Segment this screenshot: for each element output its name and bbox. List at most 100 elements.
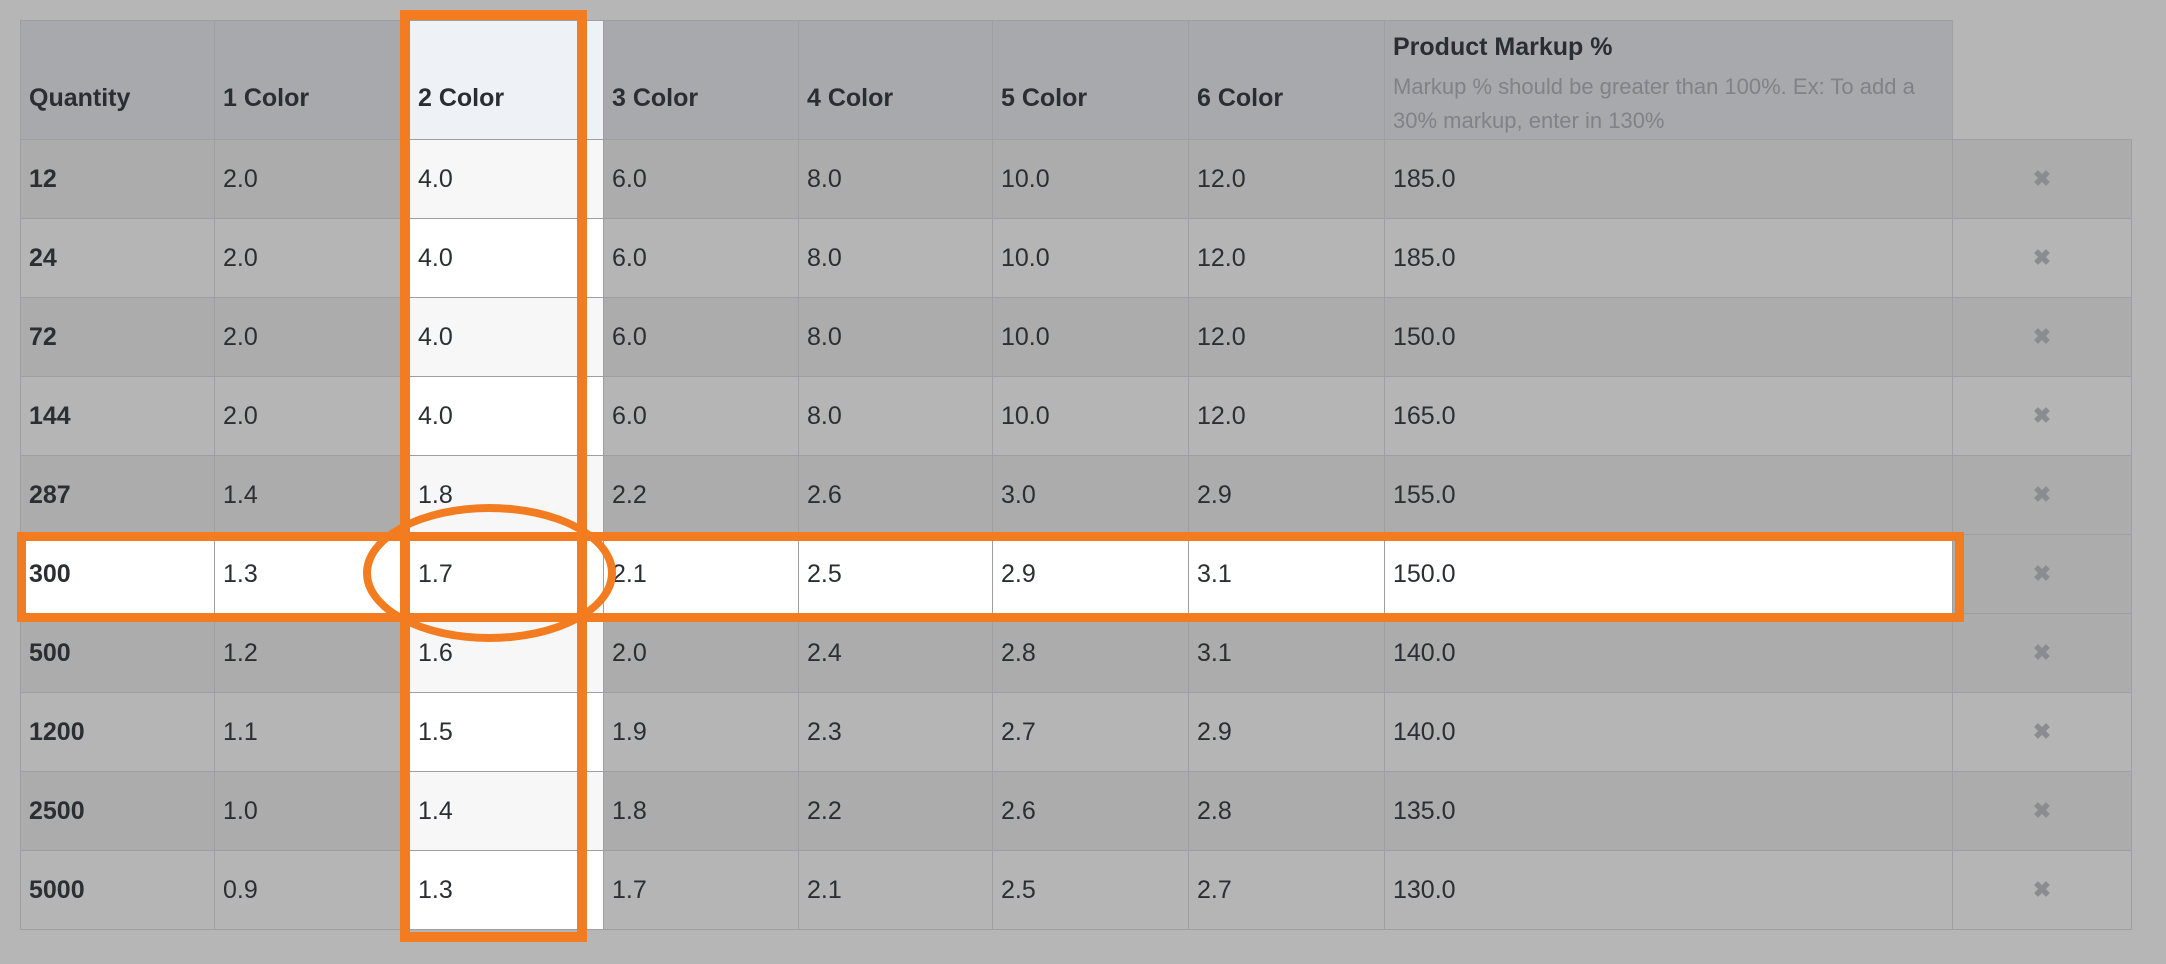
delete-row-button[interactable]: ✖ xyxy=(1952,218,2132,298)
cell-5-color[interactable]: 2.6 xyxy=(992,771,1189,851)
cell-quantity[interactable]: 72 xyxy=(20,297,215,377)
close-icon[interactable]: ✖ xyxy=(2033,561,2051,586)
cell-quantity[interactable]: 1200 xyxy=(20,692,215,772)
delete-row-button[interactable]: ✖ xyxy=(1952,850,2132,930)
cell-quantity[interactable]: 300 xyxy=(20,534,215,614)
cell-3-color[interactable]: 2.2 xyxy=(603,455,799,535)
cell-6-color[interactable]: 12.0 xyxy=(1188,376,1385,456)
cell-markup[interactable]: 140.0 xyxy=(1384,613,1953,693)
cell-quantity[interactable]: 2500 xyxy=(20,771,215,851)
cell-3-color[interactable]: 1.8 xyxy=(603,771,799,851)
cell-5-color[interactable]: 2.8 xyxy=(992,613,1189,693)
cell-1-color[interactable]: 2.0 xyxy=(214,297,410,377)
cell-2-color[interactable]: 4.0 xyxy=(409,297,604,377)
cell-6-color[interactable]: 12.0 xyxy=(1188,139,1385,219)
cell-1-color[interactable]: 1.4 xyxy=(214,455,410,535)
cell-6-color[interactable]: 3.1 xyxy=(1188,534,1385,614)
cell-1-color[interactable]: 1.1 xyxy=(214,692,410,772)
cell-markup[interactable]: 150.0 xyxy=(1384,297,1953,377)
cell-2-color[interactable]: 4.0 xyxy=(409,376,604,456)
cell-6-color[interactable]: 12.0 xyxy=(1188,297,1385,377)
close-icon[interactable]: ✖ xyxy=(2033,798,2051,823)
delete-row-button[interactable]: ✖ xyxy=(1952,534,2132,614)
cell-quantity[interactable]: 144 xyxy=(20,376,215,456)
cell-1-color[interactable]: 1.2 xyxy=(214,613,410,693)
cell-quantity[interactable]: 287 xyxy=(20,455,215,535)
delete-row-button[interactable]: ✖ xyxy=(1952,376,2132,456)
cell-4-color[interactable]: 8.0 xyxy=(798,297,993,377)
cell-5-color[interactable]: 2.9 xyxy=(992,534,1189,614)
cell-5-color[interactable]: 10.0 xyxy=(992,376,1189,456)
cell-4-color[interactable]: 2.2 xyxy=(798,771,993,851)
cell-5-color[interactable]: 10.0 xyxy=(992,139,1189,219)
delete-row-button[interactable]: ✖ xyxy=(1952,692,2132,772)
cell-3-color[interactable]: 6.0 xyxy=(603,297,799,377)
cell-3-color[interactable]: 1.7 xyxy=(603,850,799,930)
close-icon[interactable]: ✖ xyxy=(2033,403,2051,428)
cell-markup[interactable]: 165.0 xyxy=(1384,376,1953,456)
close-icon[interactable]: ✖ xyxy=(2033,245,2051,270)
cell-4-color[interactable]: 8.0 xyxy=(798,218,993,298)
cell-6-color[interactable]: 2.8 xyxy=(1188,771,1385,851)
cell-3-color[interactable]: 2.1 xyxy=(603,534,799,614)
delete-row-button[interactable]: ✖ xyxy=(1952,771,2132,851)
cell-quantity[interactable]: 24 xyxy=(20,218,215,298)
cell-4-color[interactable]: 2.5 xyxy=(798,534,993,614)
close-icon[interactable]: ✖ xyxy=(2033,719,2051,744)
cell-6-color[interactable]: 2.7 xyxy=(1188,850,1385,930)
cell-6-color[interactable]: 3.1 xyxy=(1188,613,1385,693)
cell-4-color[interactable]: 2.6 xyxy=(798,455,993,535)
cell-2-color[interactable]: 1.6 xyxy=(409,613,604,693)
cell-2-color[interactable]: 1.5 xyxy=(409,692,604,772)
cell-quantity[interactable]: 12 xyxy=(20,139,215,219)
delete-row-button[interactable]: ✖ xyxy=(1952,139,2132,219)
close-icon[interactable]: ✖ xyxy=(2033,324,2051,349)
cell-4-color[interactable]: 8.0 xyxy=(798,139,993,219)
cell-3-color[interactable]: 6.0 xyxy=(603,376,799,456)
cell-3-color[interactable]: 2.0 xyxy=(603,613,799,693)
cell-3-color[interactable]: 6.0 xyxy=(603,139,799,219)
close-icon[interactable]: ✖ xyxy=(2033,640,2051,665)
cell-1-color[interactable]: 2.0 xyxy=(214,376,410,456)
cell-5-color[interactable]: 3.0 xyxy=(992,455,1189,535)
cell-3-color[interactable]: 1.9 xyxy=(603,692,799,772)
cell-1-color[interactable]: 2.0 xyxy=(214,218,410,298)
cell-6-color[interactable]: 12.0 xyxy=(1188,218,1385,298)
cell-markup[interactable]: 150.0 xyxy=(1384,534,1953,614)
cell-2-color[interactable]: 1.8 xyxy=(409,455,604,535)
cell-2-color[interactable]: 1.7 xyxy=(409,534,604,614)
cell-markup[interactable]: 135.0 xyxy=(1384,771,1953,851)
cell-4-color[interactable]: 8.0 xyxy=(798,376,993,456)
cell-2-color[interactable]: 4.0 xyxy=(409,139,604,219)
cell-1-color[interactable]: 2.0 xyxy=(214,139,410,219)
cell-5-color[interactable]: 10.0 xyxy=(992,218,1189,298)
cell-markup[interactable]: 140.0 xyxy=(1384,692,1953,772)
cell-1-color[interactable]: 1.0 xyxy=(214,771,410,851)
delete-row-button[interactable]: ✖ xyxy=(1952,297,2132,377)
cell-6-color[interactable]: 2.9 xyxy=(1188,692,1385,772)
delete-row-button[interactable]: ✖ xyxy=(1952,613,2132,693)
cell-markup[interactable]: 185.0 xyxy=(1384,139,1953,219)
close-icon[interactable]: ✖ xyxy=(2033,482,2051,507)
cell-2-color[interactable]: 1.3 xyxy=(409,850,604,930)
cell-3-color[interactable]: 6.0 xyxy=(603,218,799,298)
close-icon[interactable]: ✖ xyxy=(2033,166,2051,191)
cell-6-color[interactable]: 2.9 xyxy=(1188,455,1385,535)
cell-markup[interactable]: 155.0 xyxy=(1384,455,1953,535)
delete-row-button[interactable]: ✖ xyxy=(1952,455,2132,535)
cell-quantity[interactable]: 500 xyxy=(20,613,215,693)
cell-5-color[interactable]: 10.0 xyxy=(992,297,1189,377)
cell-4-color[interactable]: 2.1 xyxy=(798,850,993,930)
cell-5-color[interactable]: 2.5 xyxy=(992,850,1189,930)
cell-markup[interactable]: 130.0 xyxy=(1384,850,1953,930)
cell-1-color[interactable]: 0.9 xyxy=(214,850,410,930)
cell-markup[interactable]: 185.0 xyxy=(1384,218,1953,298)
close-icon[interactable]: ✖ xyxy=(2033,877,2051,902)
cell-quantity[interactable]: 5000 xyxy=(20,850,215,930)
cell-4-color[interactable]: 2.4 xyxy=(798,613,993,693)
cell-4-color[interactable]: 2.3 xyxy=(798,692,993,772)
cell-2-color[interactable]: 1.4 xyxy=(409,771,604,851)
cell-1-color[interactable]: 1.3 xyxy=(214,534,410,614)
cell-2-color[interactable]: 4.0 xyxy=(409,218,604,298)
cell-5-color[interactable]: 2.7 xyxy=(992,692,1189,772)
